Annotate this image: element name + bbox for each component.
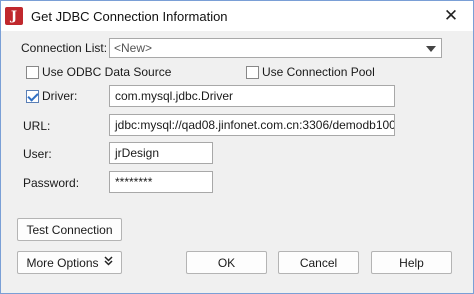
dialog-window: J Get JDBC Connection Information ✕ Conn… [0, 0, 474, 294]
odbc-label[interactable]: Use ODBC Data Source [42, 65, 171, 79]
driver-field[interactable]: com.mysql.jdbc.Driver [109, 85, 395, 107]
url-field[interactable]: jdbc:mysql://qad08.jinfonet.com.cn:3306/… [109, 114, 395, 136]
connection-list-label: Connection List: [21, 41, 108, 55]
connection-list-dropdown[interactable]: <New> [109, 38, 442, 58]
test-connection-button[interactable]: Test Connection [17, 218, 122, 241]
more-options-label: More Options [26, 255, 99, 270]
odbc-checkbox[interactable] [26, 66, 39, 79]
cancel-button[interactable]: Cancel [278, 251, 359, 274]
user-field[interactable]: jrDesign [109, 142, 213, 164]
window-title: Get JDBC Connection Information [31, 8, 228, 24]
title-bar[interactable]: J Get JDBC Connection Information ✕ [1, 1, 473, 31]
password-label: Password: [23, 176, 80, 190]
user-label: User: [23, 147, 52, 161]
password-field[interactable]: ******** [109, 171, 213, 193]
app-logo-icon: J [5, 7, 23, 25]
driver-checkbox[interactable] [26, 90, 39, 103]
url-label: URL: [23, 119, 51, 133]
help-button[interactable]: Help [371, 251, 452, 274]
connection-list-value: <New> [114, 41, 153, 55]
chevron-down-icon[interactable] [424, 42, 438, 56]
driver-label[interactable]: Driver: [42, 89, 77, 103]
connection-pool-label[interactable]: Use Connection Pool [262, 65, 375, 79]
double-chevron-down-icon [103, 256, 113, 269]
ok-button[interactable]: OK [186, 251, 267, 274]
connection-pool-checkbox[interactable] [246, 66, 259, 79]
close-button[interactable]: ✕ [429, 1, 473, 31]
more-options-button[interactable]: More Options [17, 251, 122, 274]
